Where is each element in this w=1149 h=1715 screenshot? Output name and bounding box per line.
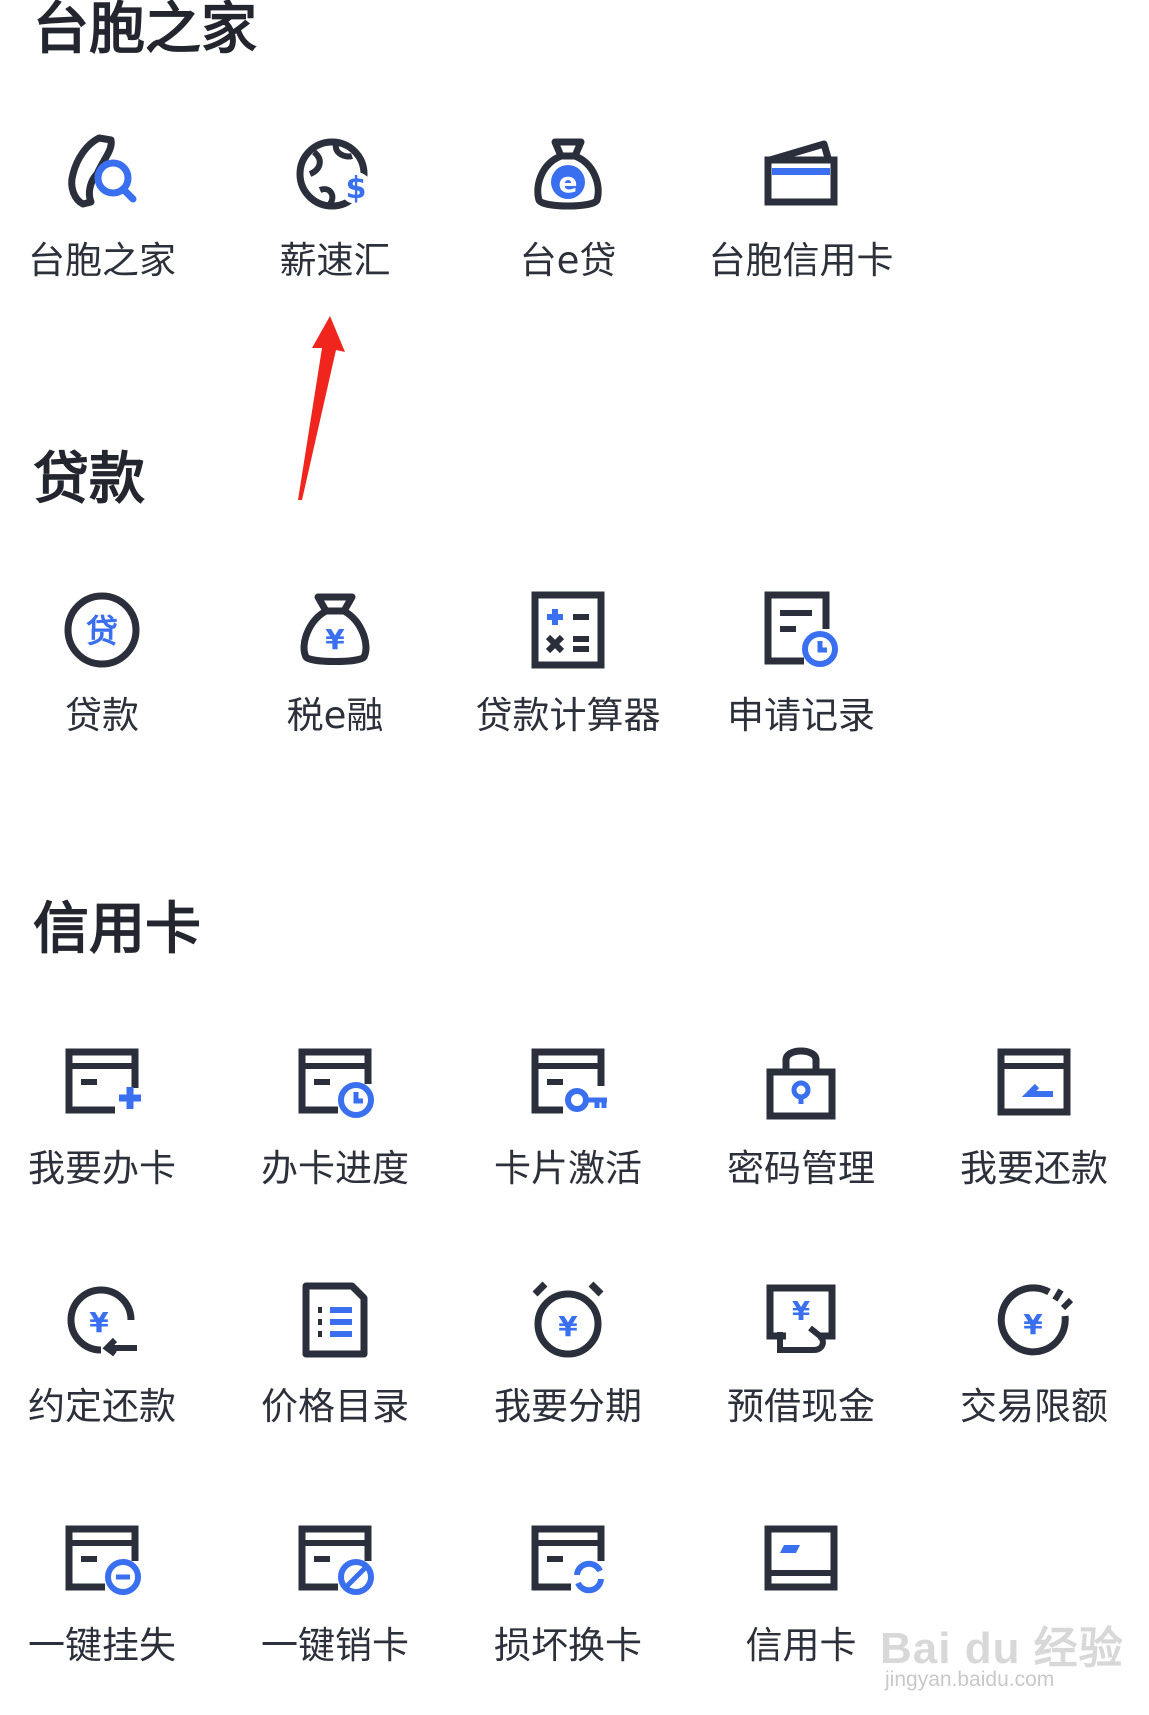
card-return-icon — [997, 1048, 1071, 1116]
section-title-taibao: 台胞之家 — [33, 0, 257, 62]
watermark-brand: Bai du 经验 — [880, 1624, 1124, 1673]
svg-text:贷: 贷 — [86, 612, 118, 650]
section-title-credit-card: 信用卡 — [33, 897, 201, 962]
tile-cancel-card[interactable]: 一键销卡 — [240, 1515, 430, 1715]
tile-report-lost[interactable]: 一键挂失 — [7, 1515, 197, 1715]
yuan-cycle-icon: ¥ — [67, 1286, 137, 1357]
yuan-alarm-icon: ¥ — [532, 1281, 604, 1358]
tile-price-list[interactable]: 价格目录 — [240, 1276, 430, 1476]
watermark-url: jingyan.baidu.com — [885, 1668, 1055, 1691]
svg-text:$: $ — [346, 171, 367, 206]
card-plus-icon — [65, 1048, 141, 1114]
tile-label: 申请记录 — [727, 694, 875, 737]
card-minus-icon — [65, 1525, 141, 1595]
tile-application-record[interactable]: 申请记录 — [706, 585, 896, 785]
tile-loan-calculator[interactable]: 贷款计算器 — [473, 585, 663, 785]
tile-label: 约定还款 — [28, 1385, 176, 1428]
wallet-card-icon — [764, 140, 838, 206]
svg-text:e: e — [559, 166, 578, 199]
taiwan-search-icon — [68, 134, 137, 208]
tile-card-progress[interactable]: 办卡进度 — [240, 1038, 430, 1238]
record-clock-icon — [764, 591, 838, 667]
tile-label: 卡片激活 — [494, 1147, 642, 1190]
tile-taibao-home[interactable]: 台胞之家 — [7, 130, 197, 330]
svg-text:¥: ¥ — [558, 1310, 578, 1343]
tile-cash-advance[interactable]: ¥ 预借现金 — [706, 1276, 896, 1476]
tile-password-management[interactable]: 密码管理 — [706, 1038, 896, 1238]
tile-taibao-credit-card[interactable]: 台胞信用卡 — [706, 130, 896, 330]
card-cancel-icon — [298, 1525, 374, 1595]
tile-label: 我要分期 — [494, 1385, 642, 1428]
section-title-loan: 贷款 — [33, 447, 145, 512]
yuan-bag-icon: ¥ — [300, 593, 370, 665]
tile-loan[interactable]: 贷 贷款 — [7, 585, 197, 785]
tile-label: 预借现金 — [727, 1385, 875, 1428]
tile-replace-damaged-card[interactable]: 损坏换卡 — [473, 1515, 663, 1715]
yuan-gauge-icon: ¥ — [997, 1284, 1074, 1356]
tile-scheduled-repayment[interactable]: ¥ 约定还款 — [7, 1276, 197, 1476]
tile-label: 我要还款 — [960, 1147, 1108, 1190]
money-bag-e-icon: e — [534, 138, 602, 210]
svg-text:¥: ¥ — [792, 1297, 810, 1327]
tile-label: 一键销卡 — [261, 1624, 409, 1667]
tile-label: 税e融 — [286, 694, 384, 737]
tile-label: 损坏换卡 — [494, 1624, 642, 1667]
globe-dollar-icon: $ — [296, 138, 372, 210]
svg-text:¥: ¥ — [1023, 1308, 1043, 1341]
tile-credit-card[interactable]: 信用卡 — [706, 1515, 896, 1715]
tile-transaction-limit[interactable]: ¥ 交易限额 — [939, 1276, 1129, 1476]
calculator-icon — [531, 591, 605, 669]
loan-circle-icon: 贷 — [64, 592, 140, 668]
tile-label: 一键挂失 — [28, 1624, 176, 1667]
tile-label: 我要办卡 — [28, 1147, 176, 1190]
tile-shui-e-rong[interactable]: ¥ 税e融 — [240, 585, 430, 785]
tile-label: 台胞信用卡 — [708, 239, 894, 282]
tile-label: 办卡进度 — [261, 1147, 409, 1190]
tile-installment[interactable]: ¥ 我要分期 — [473, 1276, 663, 1476]
tile-card-activation[interactable]: 卡片激活 — [473, 1038, 663, 1238]
tile-apply-card[interactable]: 我要办卡 — [7, 1038, 197, 1238]
tile-xinsuhui[interactable]: $ 薪速汇 — [240, 130, 430, 330]
tile-label: 台胞之家 — [28, 239, 176, 282]
tile-label: 台e贷 — [519, 239, 617, 282]
card-key-icon — [531, 1048, 607, 1114]
list-document-icon — [302, 1282, 368, 1358]
svg-text:¥: ¥ — [325, 623, 345, 656]
tile-label: 贷款 — [65, 694, 139, 737]
tile-label: 价格目录 — [261, 1385, 409, 1428]
svg-text:¥: ¥ — [89, 1306, 109, 1339]
tile-label: 贷款计算器 — [475, 694, 661, 737]
credit-card-icon — [764, 1525, 838, 1591]
yuan-withdraw-icon: ¥ — [766, 1284, 836, 1353]
tile-label: 交易限额 — [960, 1385, 1108, 1428]
lock-icon — [766, 1047, 836, 1120]
tile-label: 薪速汇 — [279, 239, 391, 282]
tile-tai-e-dai[interactable]: e 台e贷 — [473, 130, 663, 330]
tile-repayment[interactable]: 我要还款 — [939, 1038, 1129, 1238]
tile-label: 密码管理 — [727, 1147, 875, 1190]
card-refresh-icon — [531, 1525, 605, 1594]
card-clock-icon — [298, 1048, 374, 1118]
